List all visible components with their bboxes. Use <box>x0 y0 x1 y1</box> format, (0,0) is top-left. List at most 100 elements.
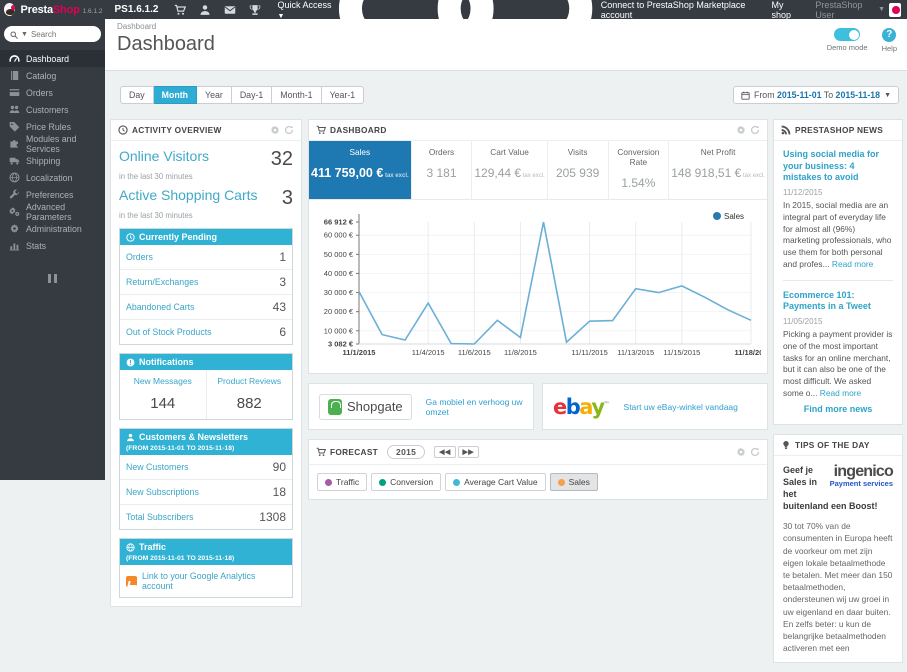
sidebar-item-orders[interactable]: Orders <box>0 84 105 101</box>
gauge-icon <box>9 53 20 64</box>
messages-icon[interactable] <box>224 4 236 16</box>
svg-text:50 000 €: 50 000 € <box>324 250 354 259</box>
ebay-banner[interactable]: ebay™ Start uw eBay-winkel vandaag <box>542 383 768 430</box>
kpi-suffix: tax excl. <box>741 173 765 179</box>
news-article-title[interactable]: Ecommerce 101: Payments in a Tweet <box>783 290 893 313</box>
kpi-tab-visits[interactable]: Visits205 939 <box>548 141 609 199</box>
kpi-tab-net-profit[interactable]: Net Profit148 918,51 € tax excl. <box>669 141 767 199</box>
range-button-day-1[interactable]: Day-1 <box>232 86 272 104</box>
pending-row-link[interactable]: Out of Stock Products <box>126 327 212 337</box>
kpi-tab-conversion-rate[interactable]: Conversion Rate1.54% <box>609 141 670 199</box>
active-carts-link[interactable]: Active Shopping Carts <box>119 187 258 203</box>
clock-icon <box>126 233 135 242</box>
pending-row-value: 1 <box>279 250 286 264</box>
sidebar-item-administration[interactable]: Administration <box>0 220 105 237</box>
sales-line-chart: 66 912 €60 000 €50 000 €40 000 €30 000 €… <box>313 206 761 368</box>
sidebar-item-price-rules[interactable]: Price Rules <box>0 118 105 135</box>
forecast-next-button[interactable]: ▶▶ <box>458 446 479 458</box>
svg-text:11/6/2015: 11/6/2015 <box>458 348 491 357</box>
forecast-year: 2015 <box>387 445 425 459</box>
sidebar-item-dashboard[interactable]: Dashboard <box>0 50 105 67</box>
forecast-toggle-conversion[interactable]: Conversion <box>371 473 441 491</box>
globe-icon <box>9 172 20 183</box>
customers-row-link[interactable]: Total Subscribers <box>126 512 193 522</box>
user-icon <box>126 433 135 442</box>
online-visitors-link[interactable]: Online Visitors <box>119 148 209 164</box>
brand-name: PrestaShop <box>20 4 79 16</box>
sidebar-item-catalog[interactable]: Catalog <box>0 67 105 84</box>
user-menu[interactable]: PrestaShop User ▼ <box>815 0 901 20</box>
forecast-panel: FORECAST 2015 ◀◀ ▶▶ TrafficConversionAve… <box>308 439 768 500</box>
kpi-tab-sales[interactable]: Sales411 759,00 € tax excl. <box>309 141 412 199</box>
employees-icon[interactable] <box>199 4 211 16</box>
read-more-link[interactable]: Read more <box>832 259 873 269</box>
forecast-toggle-label: Sales <box>569 477 590 487</box>
quick-access-menu[interactable]: Quick Access ▼ <box>277 0 333 20</box>
sidebar-item-modules-and-services[interactable]: Modules and Services <box>0 135 105 152</box>
kpi-label: Sales <box>311 147 409 157</box>
svg-text:11/18/201: 11/18/201 <box>735 348 761 357</box>
search-input[interactable] <box>31 30 89 39</box>
shopgate-banner[interactable]: Shopgate Ga mobiel en verhoog uw omzet <box>308 383 534 430</box>
svg-text:40 000 €: 40 000 € <box>324 269 354 278</box>
pending-row: Out of Stock Products6 <box>120 320 292 344</box>
user-avatar <box>889 3 901 17</box>
sidebar-item-label: Stats <box>26 241 46 251</box>
forecast-toggle-traffic[interactable]: Traffic <box>317 473 367 491</box>
range-button-month-1[interactable]: Month-1 <box>272 86 321 104</box>
read-more-link[interactable]: Read more <box>820 388 861 398</box>
news-article-title[interactable]: Using social media for your business: 4 … <box>783 149 893 184</box>
forecast-toggle-average-cart-value[interactable]: Average Cart Value <box>445 473 545 491</box>
ebay-link[interactable]: Start uw eBay-winkel vandaag <box>624 402 738 412</box>
forecast-settings-gear-icon[interactable] <box>736 447 746 457</box>
find-more-news-link[interactable]: Find more news <box>804 404 873 414</box>
sidebar-item-localization[interactable]: Localization <box>0 169 105 186</box>
forecast-toggle-sales[interactable]: Sales <box>550 473 598 491</box>
range-button-month[interactable]: Month <box>154 86 197 104</box>
forecast-prev-button[interactable]: ◀◀ <box>434 446 455 458</box>
sidebar-item-advanced-parameters[interactable]: Advanced Parameters <box>0 203 105 220</box>
sidebar-item-label: Orders <box>26 88 53 98</box>
sidebar-item-preferences[interactable]: Preferences <box>0 186 105 203</box>
notification-link[interactable]: New Messages <box>134 376 192 386</box>
shopgate-link[interactable]: Ga mobiel en verhoog uw omzet <box>426 397 523 417</box>
topbar: PrestaShop 1.6.1.2 PS1.6.1.2 Quick Acces… <box>0 0 907 19</box>
activity-settings-gear-icon[interactable] <box>270 125 280 135</box>
customers-row-link[interactable]: New Customers <box>126 462 189 472</box>
range-button-group: DayMonthYearDay-1Month-1Year-1 <box>120 86 364 104</box>
pending-row-value: 43 <box>273 300 286 314</box>
kpi-value: 148 918,51 € tax excl. <box>671 166 765 180</box>
svg-text:11/8/2015: 11/8/2015 <box>504 348 537 357</box>
my-shop-link[interactable]: My shop <box>771 0 801 20</box>
sidebar-item-customers[interactable]: Customers <box>0 101 105 118</box>
gears-icon <box>9 206 20 217</box>
trophy-icon[interactable] <box>249 4 261 16</box>
activity-refresh-icon[interactable] <box>284 125 294 135</box>
notification-link[interactable]: Product Reviews <box>217 376 281 386</box>
cart-icon[interactable] <box>174 4 186 16</box>
pending-row-link[interactable]: Return/Exchanges <box>126 277 198 287</box>
google-analytics-icon <box>126 576 137 587</box>
credit-card-icon <box>9 87 20 98</box>
currently-pending-section: Currently Pending Orders1Return/Exchange… <box>119 228 293 345</box>
sidebar-collapse-button[interactable] <box>0 274 105 286</box>
sidebar-item-shipping[interactable]: Shipping <box>0 152 105 169</box>
kpi-tab-cart-value[interactable]: Cart Value129,44 € tax excl. <box>472 141 547 199</box>
forecast-toggle-label: Average Cart Value <box>464 477 537 487</box>
customers-row-link[interactable]: New Subscriptions <box>126 487 199 497</box>
sidebar-search[interactable]: ▼ <box>4 26 101 42</box>
range-button-year[interactable]: Year <box>197 86 232 104</box>
kpi-tab-orders[interactable]: Orders3 181 <box>412 141 473 199</box>
ebay-logo: ebay™ <box>553 395 610 419</box>
range-button-day[interactable]: Day <box>120 86 154 104</box>
find-more-news: Find more news <box>783 400 893 416</box>
pending-row-link[interactable]: Abandoned Carts <box>126 302 194 312</box>
google-analytics-link[interactable]: Link to your Google Analytics account <box>142 571 286 591</box>
kpi-value: 1.54% <box>611 176 667 190</box>
sidebar-item-stats[interactable]: Stats <box>0 237 105 254</box>
search-scope-caret[interactable]: ▼ <box>21 31 28 38</box>
forecast-refresh-icon[interactable] <box>750 447 760 457</box>
wrench-icon <box>9 189 20 200</box>
pending-row-link[interactable]: Orders <box>126 252 153 262</box>
marketplace-link[interactable]: Connect to PrestaShop Marketplace accoun… <box>334 0 758 142</box>
